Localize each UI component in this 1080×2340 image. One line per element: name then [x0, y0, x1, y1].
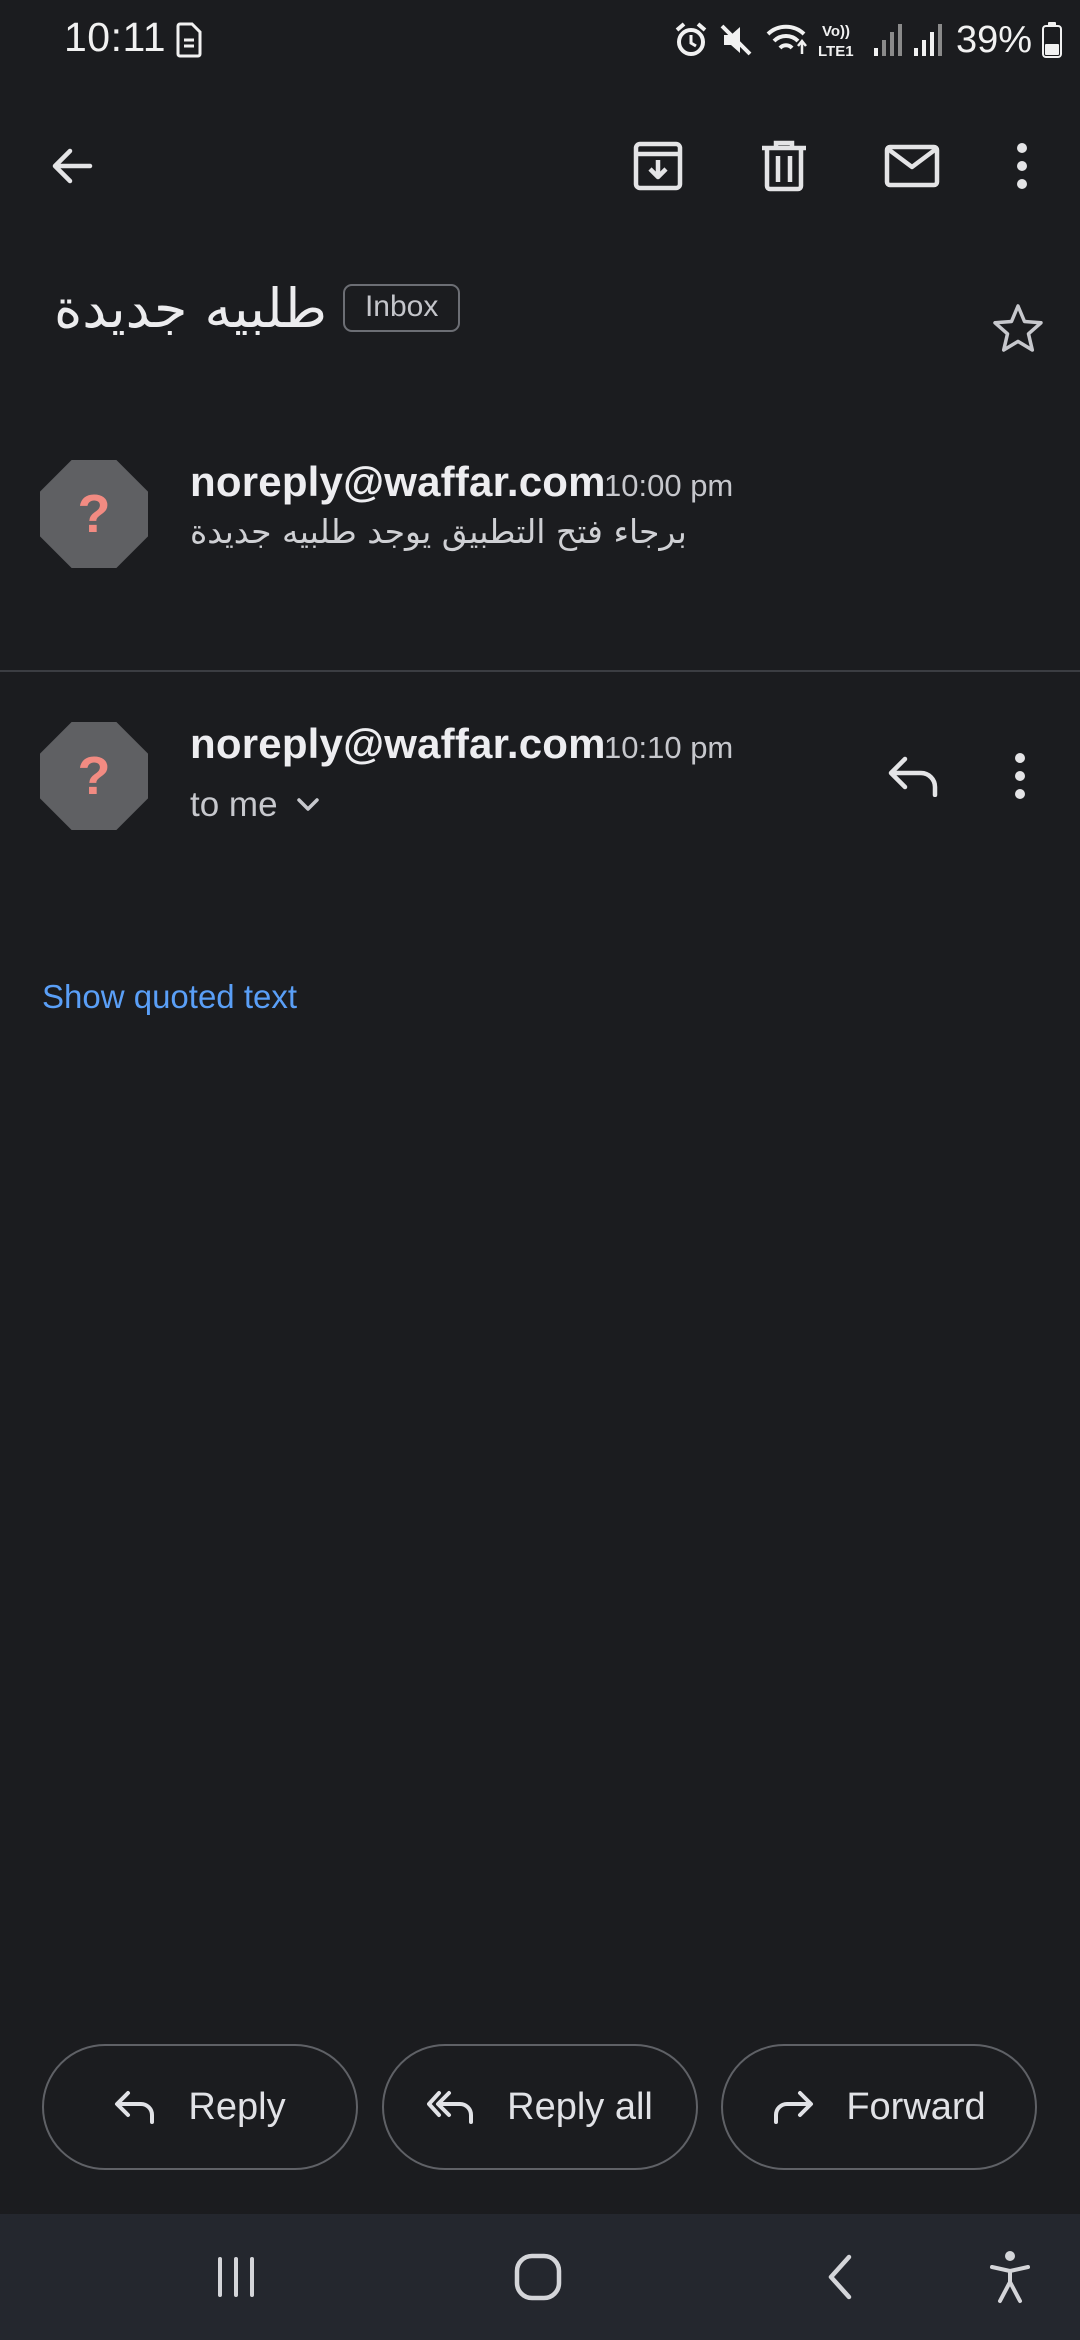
lte-label: LTE1 — [818, 43, 854, 60]
forward-button[interactable]: Forward — [721, 2044, 1037, 2170]
accessibility-button[interactable] — [950, 2214, 1070, 2340]
home-button[interactable] — [478, 2214, 598, 2340]
forward-icon — [774, 2091, 814, 2124]
volte-lte-icon: Vo)) LTE1 — [818, 23, 854, 60]
wifi-icon — [766, 24, 807, 54]
recent-apps-icon — [218, 2257, 254, 2297]
sim-card-icon — [176, 22, 202, 58]
signal-icon-sim2 — [913, 24, 942, 56]
reply-icon — [115, 2091, 155, 2124]
email-detail-screen: 10:11 Vo)) LTE1 39% طلبيه جديدة Inbox ? … — [0, 0, 1080, 2340]
show-quoted-text-link[interactable]: Show quoted text — [42, 978, 297, 1016]
system-back-button[interactable] — [780, 2214, 900, 2340]
status-icons: Vo)) LTE1 39% — [674, 16, 1062, 64]
recent-apps-button[interactable] — [176, 2214, 296, 2340]
mark-unread-button[interactable] — [856, 110, 968, 222]
sender-email: noreply@waffar.com — [190, 458, 606, 505]
archive-icon — [633, 141, 683, 191]
inbox-label-chip[interactable]: Inbox — [342, 284, 461, 332]
forward-label: Forward — [846, 2085, 986, 2128]
reply-icon-button[interactable] — [870, 726, 956, 826]
delete-button[interactable] — [728, 110, 840, 222]
top-app-bar — [0, 110, 1080, 222]
reply-label: Reply — [188, 2085, 286, 2128]
message-divider — [0, 670, 1080, 672]
message-time: 10:00 pm — [604, 468, 734, 503]
reply-all-icon — [427, 2091, 474, 2124]
back-arrow-icon — [52, 148, 93, 184]
star-outline-icon — [993, 304, 1043, 352]
sender-email: noreply@waffar.com — [190, 720, 606, 767]
status-bar: 10:11 Vo)) LTE1 39% — [0, 0, 1080, 80]
more-vert-icon — [1015, 753, 1025, 799]
mute-icon — [720, 24, 752, 56]
reply-icon — [888, 756, 938, 797]
message-more-options-button[interactable] — [990, 726, 1050, 826]
chevron-left-icon — [828, 2254, 852, 2300]
alarm-icon — [675, 22, 707, 56]
star-button[interactable] — [980, 290, 1056, 366]
accessibility-icon — [990, 2251, 1030, 2303]
email-subject: طلبيه جديدة — [54, 276, 327, 340]
message-time: 10:10 pm — [604, 730, 734, 765]
home-icon — [514, 2253, 562, 2301]
back-button[interactable] — [16, 110, 128, 222]
battery-percent: 39% — [955, 18, 1032, 61]
sender-avatar[interactable]: ? — [40, 460, 148, 568]
sender-avatar[interactable]: ? — [40, 722, 148, 830]
status-time: 10:11 — [64, 14, 167, 60]
more-vert-icon — [1017, 143, 1027, 189]
battery-icon — [1042, 22, 1062, 58]
avatar-symbol: ? — [78, 746, 111, 806]
reply-all-button[interactable]: Reply all — [382, 2044, 698, 2170]
signal-icon-sim1 — [873, 24, 902, 56]
recipient-details-toggle[interactable]: to me — [190, 785, 320, 825]
reply-all-label: Reply all — [507, 2085, 653, 2128]
message-snippet: برجاء فتح التطبيق يوجد طلبيه جديدة — [190, 512, 687, 551]
recipient-line: to me — [190, 785, 278, 824]
subject-row: طلبيه جديدة Inbox — [54, 268, 461, 348]
delete-icon — [762, 140, 806, 192]
more-options-button[interactable] — [966, 110, 1078, 222]
archive-button[interactable] — [602, 110, 714, 222]
system-navigation-bar — [0, 2214, 1080, 2340]
mark-unread-icon — [884, 144, 940, 188]
reply-button[interactable]: Reply — [42, 2044, 358, 2170]
avatar-symbol: ? — [78, 484, 111, 544]
volte-label: Vo)) — [822, 23, 850, 40]
chevron-down-icon — [296, 798, 319, 811]
